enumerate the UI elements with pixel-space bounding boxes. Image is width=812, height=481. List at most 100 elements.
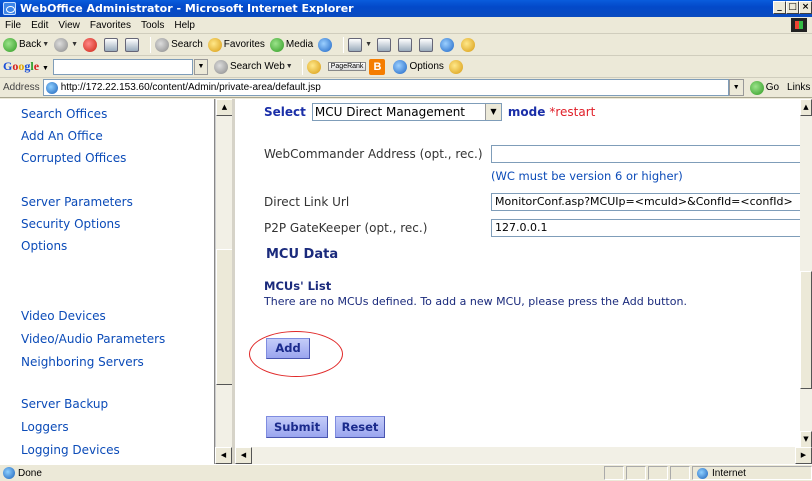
status-text-area: Done — [0, 467, 42, 479]
mode-select-value: MCU Direct Management — [314, 105, 466, 119]
content-vertical-scrollbar[interactable]: ▲ ▼ — [800, 99, 812, 448]
media-button[interactable]: Media — [269, 37, 314, 52]
scroll-down-button[interactable]: ▼ — [800, 431, 812, 448]
nav-vertical-scrollbar[interactable]: ▲ ▼ — [215, 99, 233, 465]
wc-version-hint: (WC must be version 6 or higher) — [491, 169, 683, 183]
google-logo[interactable]: Google ▼ — [3, 59, 49, 74]
nav-options[interactable]: Options — [21, 239, 67, 253]
submit-button[interactable]: Submit — [266, 416, 328, 438]
scroll-left-button[interactable]: ◀ — [235, 447, 252, 464]
reset-button[interactable]: Reset — [335, 416, 385, 438]
menu-view[interactable]: View — [53, 20, 85, 31]
maximize-button[interactable]: □ — [786, 1, 799, 14]
internet-globe-icon — [697, 467, 708, 479]
favorites-label: Favorites — [223, 39, 265, 50]
forward-button[interactable]: ▼ — [54, 37, 78, 52]
scroll-left-button[interactable]: ◀ — [215, 447, 232, 464]
history-button[interactable] — [318, 37, 334, 52]
status-panel — [670, 466, 690, 480]
search-label: Search — [171, 39, 203, 50]
google-search-dropdown[interactable]: ▼ — [193, 58, 208, 75]
refresh-button[interactable] — [104, 37, 120, 52]
toolbar-separator — [343, 36, 345, 53]
pagerank-indicator[interactable]: PageRank — [327, 62, 367, 71]
restart-note: *restart — [549, 105, 596, 119]
blogger-icon[interactable]: B — [369, 58, 386, 75]
nav-search-offices[interactable]: Search Offices — [21, 107, 107, 121]
toolbar-separator — [301, 58, 303, 75]
mail-button[interactable]: ▼ — [348, 37, 373, 52]
chevron-down-icon[interactable]: ▼ — [484, 104, 501, 120]
favorites-button[interactable]: Favorites — [207, 37, 265, 52]
status-panel — [626, 466, 646, 480]
home-button[interactable] — [125, 37, 141, 52]
scroll-thumb[interactable] — [800, 271, 812, 389]
standard-toolbar: Back ▼ ▼ Search Favorites Media ▼ — [0, 34, 812, 56]
navigation-frame: Search Offices Add An Office Corrupted O… — [0, 99, 215, 464]
zone-label: Internet — [712, 467, 746, 479]
webcommander-input[interactable] — [491, 145, 800, 163]
menu-favorites[interactable]: Favorites — [85, 20, 136, 31]
address-label: Address — [3, 82, 40, 93]
menu-tools[interactable]: Tools — [136, 20, 169, 31]
mode-select-row: Select MCU Direct Management ▼ mode *res… — [264, 103, 595, 121]
nav-corrupted-offices[interactable]: Corrupted Offices — [21, 151, 126, 165]
menu-edit[interactable]: Edit — [26, 20, 53, 31]
nav-video-devices[interactable]: Video Devices — [21, 309, 106, 323]
refresh-icon — [104, 37, 119, 52]
mode-select[interactable]: MCU Direct Management ▼ — [311, 103, 502, 121]
links-label[interactable]: Links — [787, 82, 810, 93]
options-icon — [393, 59, 408, 74]
highlight-button[interactable] — [306, 59, 323, 74]
ie-app-icon — [3, 2, 16, 15]
scroll-right-button[interactable]: ▶ — [795, 447, 812, 464]
messenger-button[interactable] — [440, 37, 456, 52]
mcu-data-title: MCU Data — [266, 247, 339, 262]
nav-video-audio-parameters[interactable]: Video/Audio Parameters — [21, 332, 165, 346]
nav-add-office[interactable]: Add An Office — [21, 129, 103, 143]
discuss-button[interactable] — [419, 37, 435, 52]
add-mcu-button[interactable]: Add — [266, 338, 310, 359]
go-arrow-icon — [749, 80, 764, 95]
nav-loggers[interactable]: Loggers — [21, 420, 69, 434]
search-web-button[interactable]: Search Web ▼ — [213, 59, 293, 74]
minimize-button[interactable]: _ — [773, 1, 786, 14]
discuss-icon — [419, 37, 434, 52]
nav-horizontal-scrollbar[interactable]: ◀ — [0, 447, 232, 464]
search-button[interactable]: Search — [155, 37, 203, 52]
chevron-down-icon: ▼ — [365, 41, 373, 48]
edit-button[interactable] — [398, 37, 414, 52]
google-search-input[interactable] — [52, 58, 193, 75]
status-bar: Done Internet — [0, 464, 812, 481]
go-button[interactable]: Go — [749, 80, 779, 95]
content-horizontal-scrollbar[interactable]: ◀ ▶ — [235, 447, 812, 464]
search-web-label: Search Web — [229, 61, 285, 72]
direct-link-input[interactable]: MonitorConf.asp?MCUIp=<mcuId>&ConfId=<co… — [491, 193, 800, 211]
address-input[interactable]: http://172.22.153.60/content/Admin/priva… — [42, 79, 729, 96]
back-button[interactable]: Back ▼ — [3, 37, 49, 52]
history-icon — [318, 37, 333, 52]
scroll-thumb[interactable] — [216, 249, 233, 385]
no-mcus-message: There are no MCUs defined. To add a new … — [264, 295, 687, 308]
favorites-star-icon — [207, 37, 222, 52]
menu-file[interactable]: File — [0, 20, 26, 31]
address-dropdown[interactable]: ▼ — [728, 79, 744, 96]
search-icon — [155, 37, 170, 52]
tool-extra-button[interactable] — [461, 37, 477, 52]
print-button[interactable] — [377, 37, 393, 52]
media-label: Media — [285, 39, 314, 50]
scroll-up-button[interactable]: ▲ — [216, 99, 233, 116]
nav-security-options[interactable]: Security Options — [21, 217, 120, 231]
pencil-button[interactable] — [448, 59, 465, 74]
nav-server-parameters[interactable]: Server Parameters — [21, 195, 133, 209]
options-label: Options — [409, 61, 444, 72]
p2p-gatekeeper-input[interactable]: 127.0.0.1 — [491, 219, 800, 237]
security-zone: Internet — [692, 466, 812, 480]
nav-server-backup[interactable]: Server Backup — [21, 397, 108, 411]
nav-neighboring-servers[interactable]: Neighboring Servers — [21, 355, 144, 369]
close-button[interactable]: × — [799, 1, 812, 14]
menu-help[interactable]: Help — [169, 20, 200, 31]
scroll-up-button[interactable]: ▲ — [800, 99, 812, 116]
stop-button[interactable] — [83, 37, 99, 52]
options-button[interactable]: Options — [393, 59, 444, 74]
